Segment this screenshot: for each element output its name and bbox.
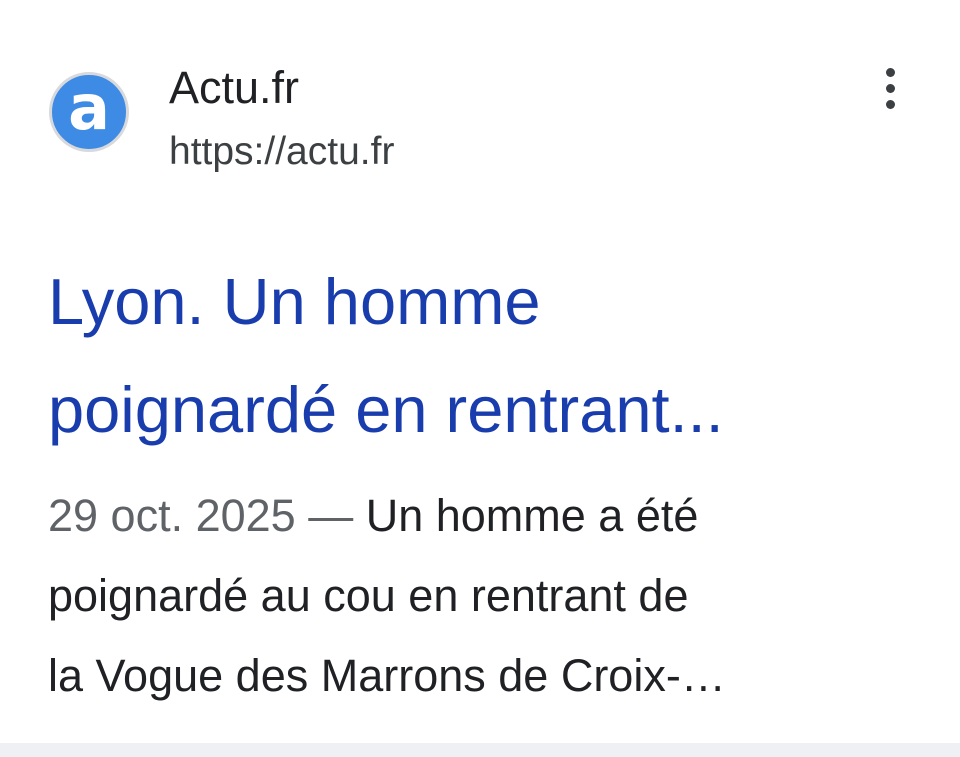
site-name[interactable]: Actu.fr <box>169 62 299 114</box>
site-url[interactable]: https://actu.fr <box>169 128 394 176</box>
result-title-line-1: Lyon. Un homme <box>48 265 541 338</box>
result-snippet: 29 oct. 2025 — Un homme a été poignardé a… <box>48 476 928 716</box>
result-title-line-2: poignardé en rentrant... <box>48 373 724 446</box>
more-vertical-icon-dot <box>885 99 895 109</box>
result-title-link[interactable]: Lyon. Un homme poignardé en rentrant... <box>48 248 928 464</box>
result-date: 29 oct. 2025 <box>48 490 296 541</box>
snippet-line-3: la Vogue des Marrons de Croix-… <box>48 650 726 701</box>
date-separator: — <box>295 490 366 541</box>
snippet-line-1: Un homme a été <box>365 490 699 541</box>
more-vertical-icon <box>885 67 895 77</box>
snippet-line-2: poignardé au cou en rentrant de <box>48 570 689 621</box>
card-divider <box>0 743 960 757</box>
search-result-card: a Actu.fr https://actu.fr Lyon. Un homme… <box>0 0 960 743</box>
more-vertical-icon-dot <box>885 83 895 93</box>
favicon-letter: a <box>68 72 110 144</box>
more-options-button[interactable] <box>866 64 914 112</box>
site-favicon-icon[interactable]: a <box>49 72 129 152</box>
